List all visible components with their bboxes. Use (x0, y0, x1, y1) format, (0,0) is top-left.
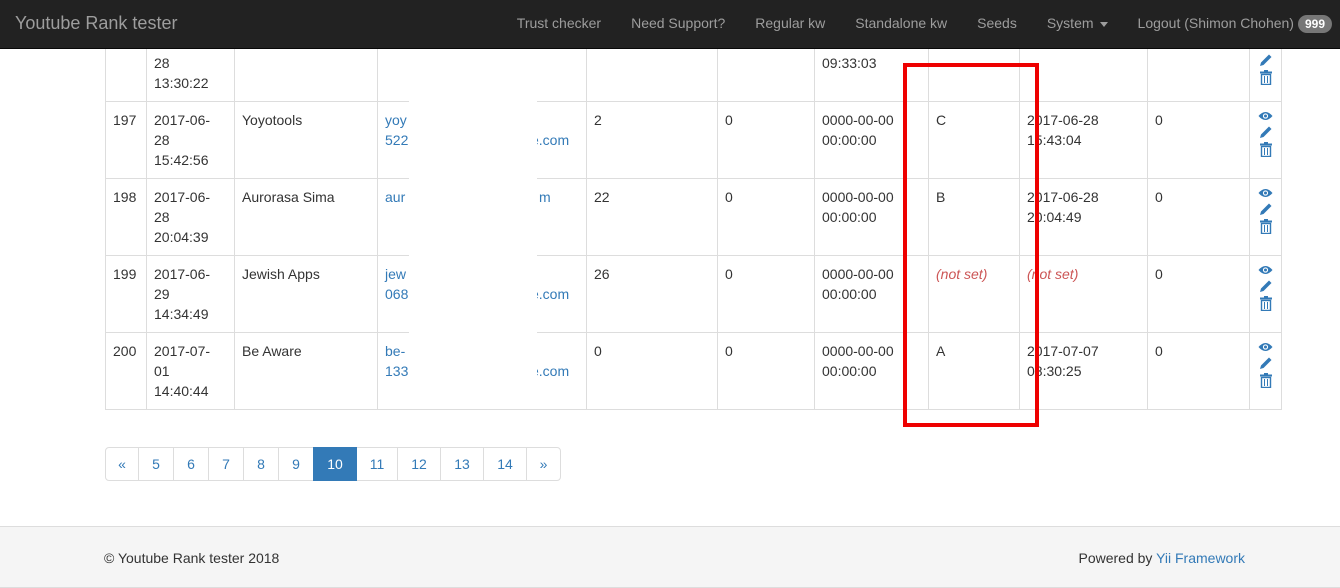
cell-id: 198 (105, 178, 147, 256)
table-row: 199 2017-06- 29 14:34:49 Jewish Apps jew 06… (105, 255, 1282, 333)
yii-framework-link[interactable]: Yii Framework (1156, 550, 1245, 566)
highlight-box (903, 63, 1039, 427)
cell-id: 199 (105, 255, 147, 333)
footer-powered: Powered by Yii Framework (1078, 550, 1245, 566)
cell-count: 2 (586, 101, 718, 179)
caret-down-icon (1099, 21, 1108, 27)
cell-created: 2017-06- 29 14:34:49 (146, 255, 235, 333)
page-9[interactable]: 9 (278, 447, 314, 481)
cell-count: 26 (586, 255, 718, 333)
cell-actions (1249, 101, 1282, 179)
nav-seeds[interactable]: Seeds (962, 0, 1032, 48)
pencil-icon[interactable] (1259, 202, 1273, 216)
footer: © Youtube Rank tester 2018 Powered by Yi… (0, 526, 1340, 588)
eye-icon[interactable] (1258, 264, 1273, 276)
nav-need-support[interactable]: Need Support? (616, 0, 740, 48)
cell-count: 0 (1147, 255, 1250, 333)
page-12[interactable]: 12 (397, 447, 441, 481)
cell-count: 0 (717, 255, 815, 333)
cell-count: 22 (586, 178, 718, 256)
page-10-active[interactable]: 10 (313, 447, 357, 481)
pencil-icon[interactable] (1259, 53, 1273, 67)
page-next[interactable]: » (526, 447, 561, 481)
pencil-icon[interactable] (1259, 125, 1273, 139)
cell-name: Aurorasa Sima (234, 178, 378, 256)
pagination: « 5 6 7 8 9 10 11 12 13 14 » (105, 447, 561, 481)
eye-icon[interactable] (1258, 341, 1273, 353)
redaction-block (409, 177, 537, 327)
page-prev[interactable]: « (105, 447, 139, 481)
footer-copyright: © Youtube Rank tester 2018 (104, 550, 280, 566)
trash-icon[interactable] (1259, 142, 1273, 157)
navbar: Youtube Rank tester Trust checker Need S… (0, 0, 1340, 49)
cell-id: 197 (105, 101, 147, 179)
cell-created: 2017-06- 28 15:42:56 (146, 101, 235, 179)
nav-menu: Trust checker Need Support? Regular kw S… (502, 0, 1340, 48)
eye-icon[interactable] (1258, 187, 1273, 199)
powered-by-text: Powered by (1078, 550, 1157, 566)
results-table: 28 13:30:22 09:33:03 197 2017-06- 28 15:42:… (105, 0, 1282, 410)
table-row: 200 2017-07- 01 14:40:44 Be Aware be- 133 e.… (105, 332, 1282, 410)
redaction-block (409, 330, 537, 406)
trash-icon[interactable] (1259, 219, 1273, 234)
redaction-block (409, 100, 537, 176)
cell-actions (1249, 255, 1282, 333)
cell-name: Jewish Apps (234, 255, 378, 333)
cell-count: 0 (1147, 101, 1250, 179)
nav-trust-checker[interactable]: Trust checker (502, 0, 616, 48)
page-8[interactable]: 8 (243, 447, 279, 481)
pencil-icon[interactable] (1259, 279, 1273, 293)
cell-count: 0 (717, 101, 815, 179)
cell-created: 2017-06- 28 20:04:39 (146, 178, 235, 256)
nav-system-label: System (1046, 15, 1094, 31)
cell-name: Yoyotools (234, 101, 378, 179)
nav-logout[interactable]: Logout (Shimon Chohen) 999 (1123, 0, 1340, 48)
cell-count: 0 (717, 332, 815, 410)
nav-system-dropdown[interactable]: System (1032, 0, 1123, 48)
cell-actions (1249, 332, 1282, 410)
cell-count: 0 (717, 178, 815, 256)
brand-link[interactable]: Youtube Rank tester (15, 13, 177, 34)
eye-icon[interactable] (1258, 110, 1273, 122)
cell-id: 200 (105, 332, 147, 410)
trash-icon[interactable] (1259, 70, 1273, 85)
pencil-icon[interactable] (1259, 356, 1273, 370)
logout-label: Logout (Shimon Chohen) (1137, 15, 1294, 31)
cell-created: 2017-07- 01 14:40:44 (146, 332, 235, 410)
nav-regular-kw[interactable]: Regular kw (740, 0, 840, 48)
cell-count: 0 (586, 332, 718, 410)
page-14[interactable]: 14 (483, 447, 527, 481)
page-11[interactable]: 11 (356, 447, 398, 481)
nav-standalone-kw[interactable]: Standalone kw (840, 0, 962, 48)
cell-count: 0 (1147, 178, 1250, 256)
notification-badge: 999 (1297, 15, 1332, 33)
table-row: 198 2017-06- 28 20:04:39 Aurorasa Sima aur… (105, 178, 1282, 256)
page-6[interactable]: 6 (173, 447, 209, 481)
data-grid: 28 13:30:22 09:33:03 197 2017-06- 28 15:42:… (105, 0, 1282, 410)
page-5[interactable]: 5 (138, 447, 174, 481)
trash-icon[interactable] (1259, 296, 1273, 311)
cell-count: 0 (1147, 332, 1250, 410)
page-13[interactable]: 13 (440, 447, 484, 481)
table-row: 197 2017-06- 28 15:42:56 Yoyotools yoy 522 e… (105, 101, 1282, 179)
page-7[interactable]: 7 (208, 447, 244, 481)
trash-icon[interactable] (1259, 373, 1273, 388)
cell-name: Be Aware (234, 332, 378, 410)
cell-actions (1249, 178, 1282, 256)
